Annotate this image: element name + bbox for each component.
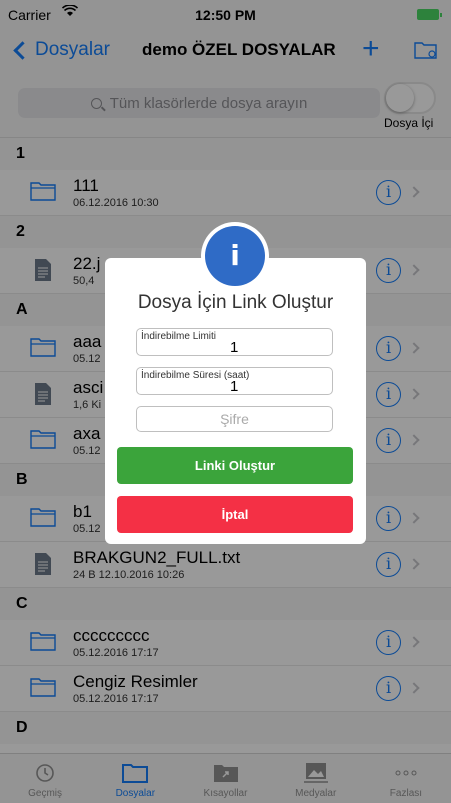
dialog-badge: i xyxy=(201,222,269,290)
download-duration-value: 1 xyxy=(230,378,239,395)
download-duration-field[interactable]: İndirebilme Süresi (saat) 1 xyxy=(136,367,333,395)
dialog-title: Dosya İçin Link Oluştur xyxy=(137,292,334,313)
cancel-button[interactable]: İptal xyxy=(117,496,353,533)
password-field[interactable]: Şifre xyxy=(136,406,333,432)
download-limit-value: 1 xyxy=(230,339,239,356)
info-badge-icon: i xyxy=(205,226,265,286)
create-link-dialog: i Dosya İçin Link Oluştur İndirebilme Li… xyxy=(105,222,366,544)
create-link-button[interactable]: Linki Oluştur xyxy=(117,447,353,484)
password-placeholder: Şifre xyxy=(220,411,249,427)
download-limit-field[interactable]: İndirebilme Limiti 1 xyxy=(136,328,333,356)
download-limit-label: İndirebilme Limiti xyxy=(141,331,217,342)
